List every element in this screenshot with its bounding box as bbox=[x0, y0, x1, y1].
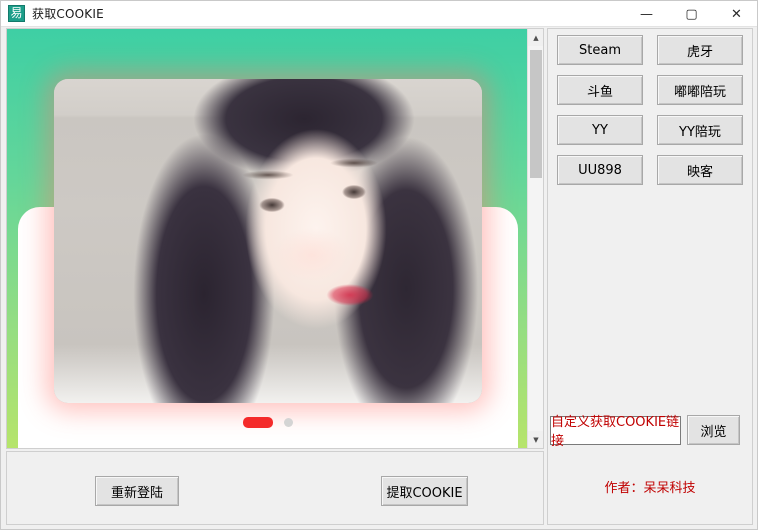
right-side-panel: Steam 虎牙 斗鱼 嘟嘟陪玩 YY YY陪玩 UU898 映客 自定义获取C… bbox=[547, 28, 753, 525]
site-button-yy[interactable]: YY bbox=[557, 115, 643, 145]
maximize-icon[interactable]: ▢ bbox=[669, 1, 714, 27]
site-buttons-grid: Steam 虎牙 斗鱼 嘟嘟陪玩 YY YY陪玩 UU898 映客 bbox=[557, 35, 745, 185]
scrollbar-thumb[interactable] bbox=[530, 50, 542, 178]
custom-cookie-url-input[interactable]: 自定义获取COOKIE链接 bbox=[550, 415, 681, 449]
portrait-photo-card bbox=[54, 79, 482, 403]
minimize-icon[interactable]: — bbox=[624, 1, 669, 27]
author-credit: 作者：呆呆科技 bbox=[604, 481, 696, 496]
site-button-yypeiwan[interactable]: YY陪玩 bbox=[657, 115, 743, 145]
site-button-uu898[interactable]: UU898 bbox=[557, 155, 643, 185]
window-controls: — ▢ ✕ bbox=[624, 1, 757, 27]
scroll-down-icon[interactable]: ▼ bbox=[528, 431, 543, 448]
site-button-yingke[interactable]: 映客 bbox=[657, 155, 743, 185]
carousel-dots bbox=[7, 417, 529, 428]
app-icon: 易 bbox=[8, 5, 25, 22]
site-button-douyu[interactable]: 斗鱼 bbox=[557, 75, 643, 105]
vertical-scrollbar[interactable]: ▲ ▼ bbox=[527, 29, 543, 448]
extract-cookie-button[interactable]: 提取COOKIE bbox=[381, 476, 468, 506]
title-bar: 易 获取COOKIE — ▢ ✕ bbox=[1, 1, 757, 27]
site-button-dudupeiwan[interactable]: 嘟嘟陪玩 bbox=[657, 75, 743, 105]
portrait-photo bbox=[54, 79, 482, 403]
web-page-content bbox=[7, 29, 529, 448]
bottom-action-bar: 重新登陆 提取COOKIE bbox=[6, 451, 544, 525]
site-button-steam[interactable]: Steam bbox=[557, 35, 643, 65]
scroll-up-icon[interactable]: ▲ bbox=[528, 29, 543, 46]
carousel-dot-active[interactable] bbox=[243, 417, 273, 428]
application-window: 易 获取COOKIE — ▢ ✕ ▲ ▼ Steam 虎牙 斗鱼 嘟嘟陪玩 YY… bbox=[0, 0, 758, 530]
relogin-button[interactable]: 重新登陆 bbox=[95, 476, 179, 506]
custom-url-row: 自定义获取COOKIE链接 浏览 bbox=[550, 413, 752, 449]
browse-button[interactable]: 浏览 bbox=[687, 415, 740, 445]
site-button-huya[interactable]: 虎牙 bbox=[657, 35, 743, 65]
window-title: 获取COOKIE bbox=[32, 7, 104, 21]
carousel-dot[interactable] bbox=[284, 418, 293, 427]
embedded-webview[interactable]: ▲ ▼ bbox=[6, 28, 544, 449]
close-icon[interactable]: ✕ bbox=[714, 1, 757, 27]
